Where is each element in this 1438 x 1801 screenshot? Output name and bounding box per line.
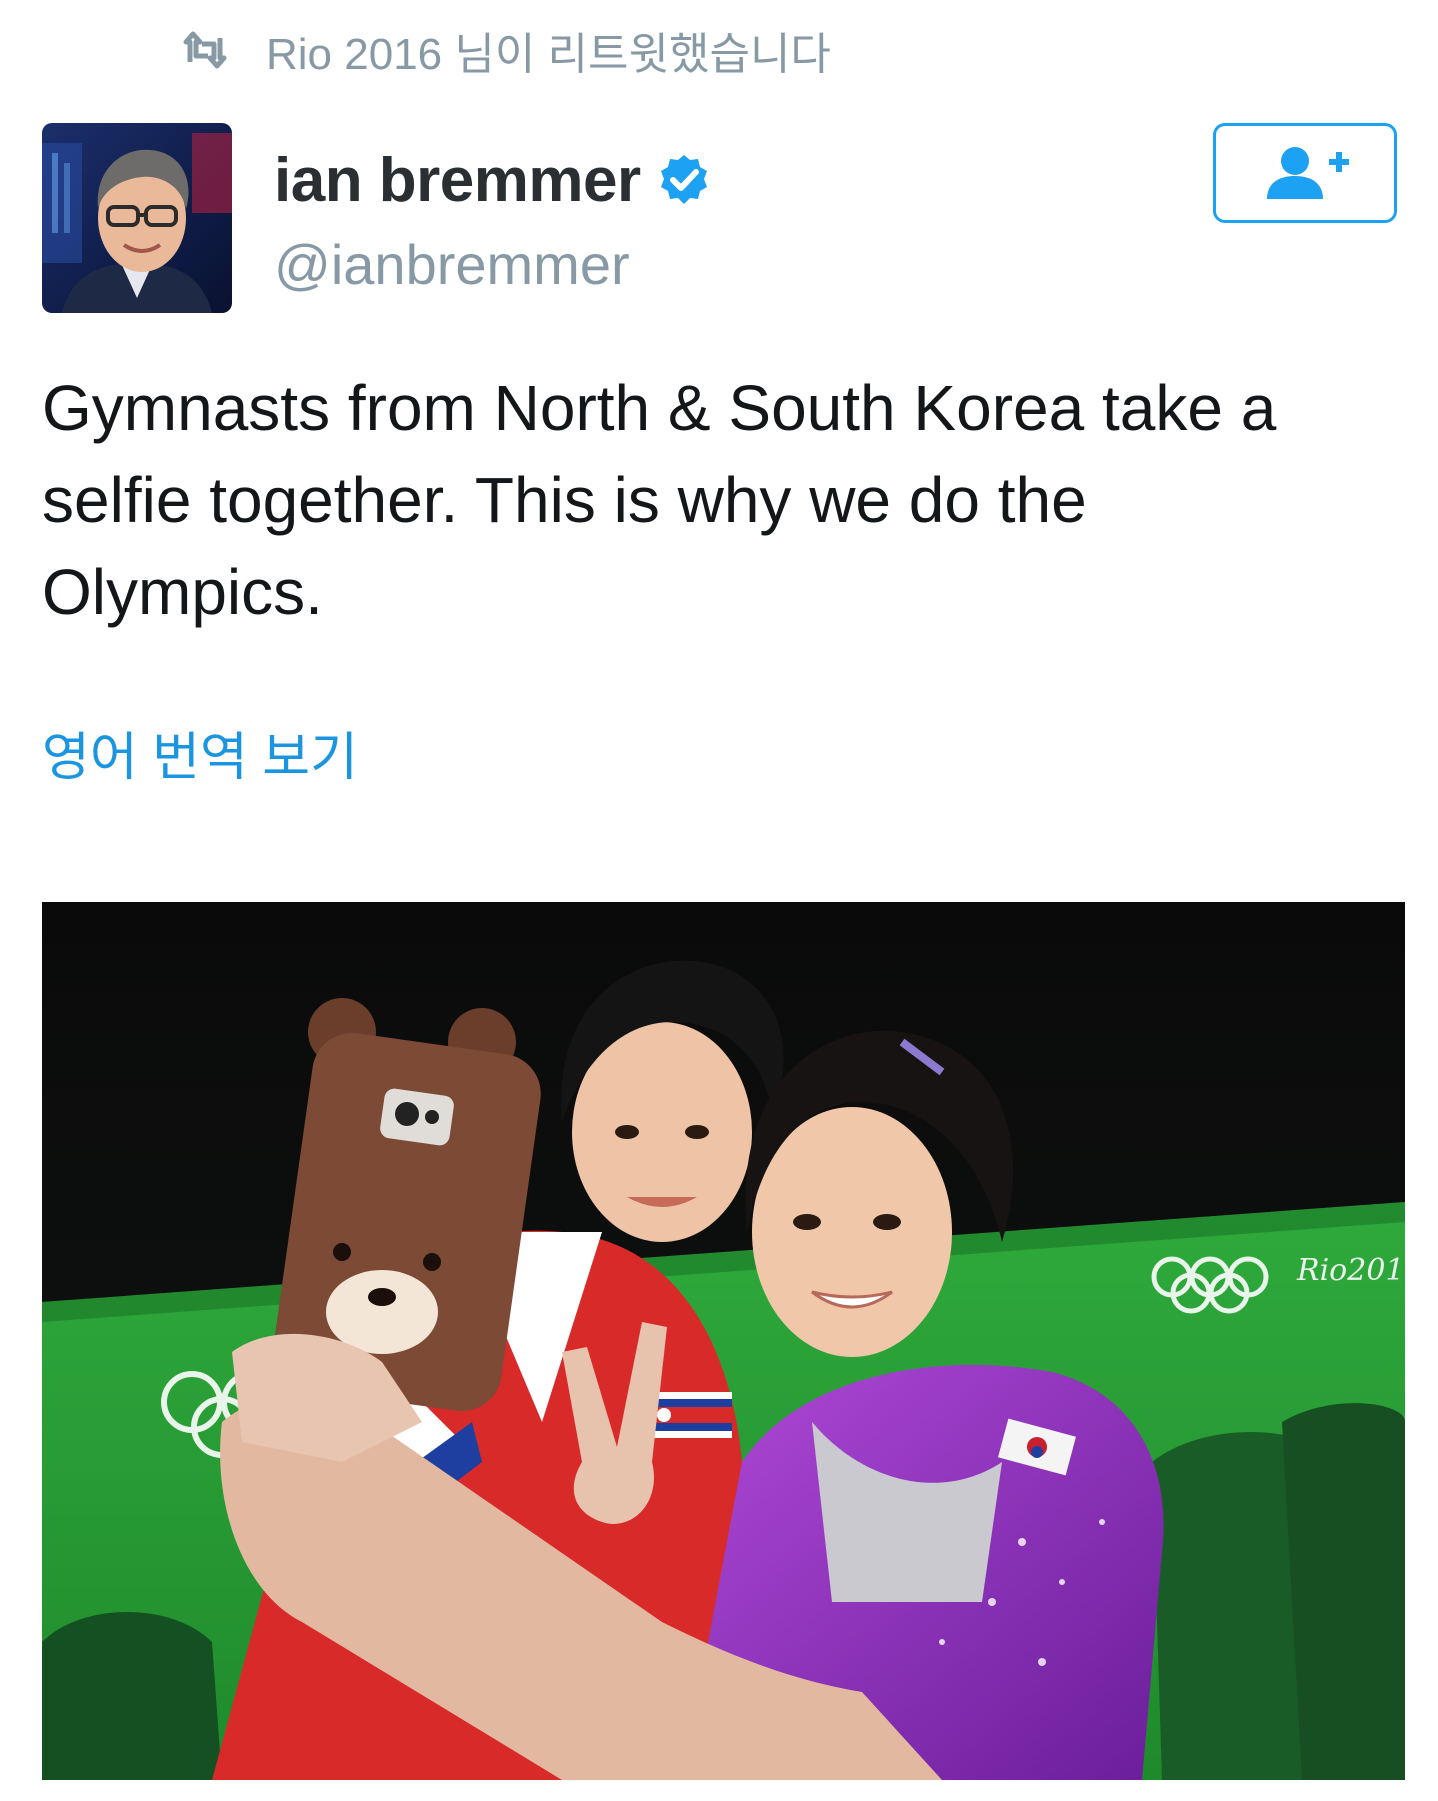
selfie-photo: Rio2016 bbox=[42, 902, 1405, 1780]
avatar-image bbox=[42, 123, 232, 313]
retweet-context[interactable]: Rio 2016 님이 리트윗했습니다 bbox=[180, 22, 831, 79]
tweet-text-line: selfie together. This is why we do the bbox=[42, 464, 1087, 536]
tweet-text-line: Gymnasts from North & South Korea take a bbox=[42, 372, 1277, 444]
tweet-text-line: Olympics. bbox=[42, 556, 323, 628]
banner-text: Rio2016 bbox=[1296, 1253, 1405, 1288]
retweet-icon bbox=[183, 31, 227, 69]
verified-badge-icon bbox=[660, 155, 707, 204]
retweet-context-text: Rio 2016 님이 리트윗했습니다 bbox=[266, 30, 831, 79]
display-name-row: ian bremmer bbox=[274, 140, 711, 220]
avatar[interactable] bbox=[42, 123, 232, 313]
tweet-media-photo[interactable]: Rio2016 bbox=[42, 902, 1405, 1780]
follow-user-plus-icon bbox=[1267, 147, 1349, 199]
follow-button[interactable] bbox=[1213, 123, 1397, 223]
tweet-text: Gymnasts from North & South Korea take a… bbox=[42, 362, 1412, 638]
translate-link[interactable]: 영어 번역 보기 bbox=[42, 715, 358, 790]
user-names[interactable]: ian bremmer @ianbremmer bbox=[274, 140, 711, 297]
user-handle: @ianbremmer bbox=[274, 233, 630, 296]
display-name: ian bremmer bbox=[274, 145, 641, 215]
